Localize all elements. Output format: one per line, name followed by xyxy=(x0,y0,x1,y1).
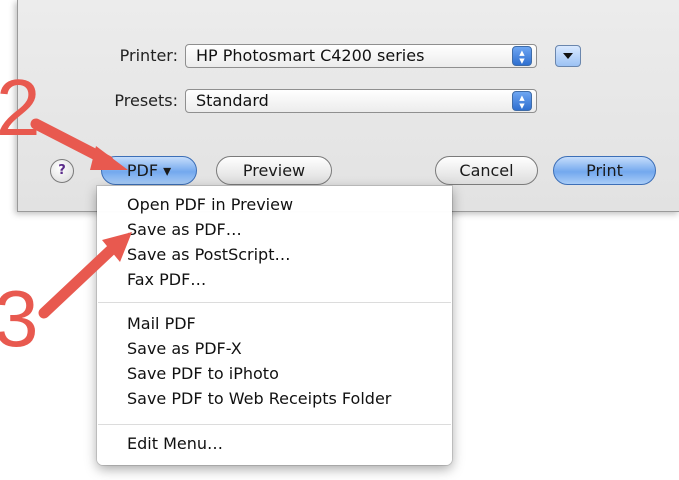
arrow-3-shaft xyxy=(38,243,118,319)
arrow-2-head-icon xyxy=(90,146,128,170)
annotation-arrows xyxy=(30,118,132,319)
